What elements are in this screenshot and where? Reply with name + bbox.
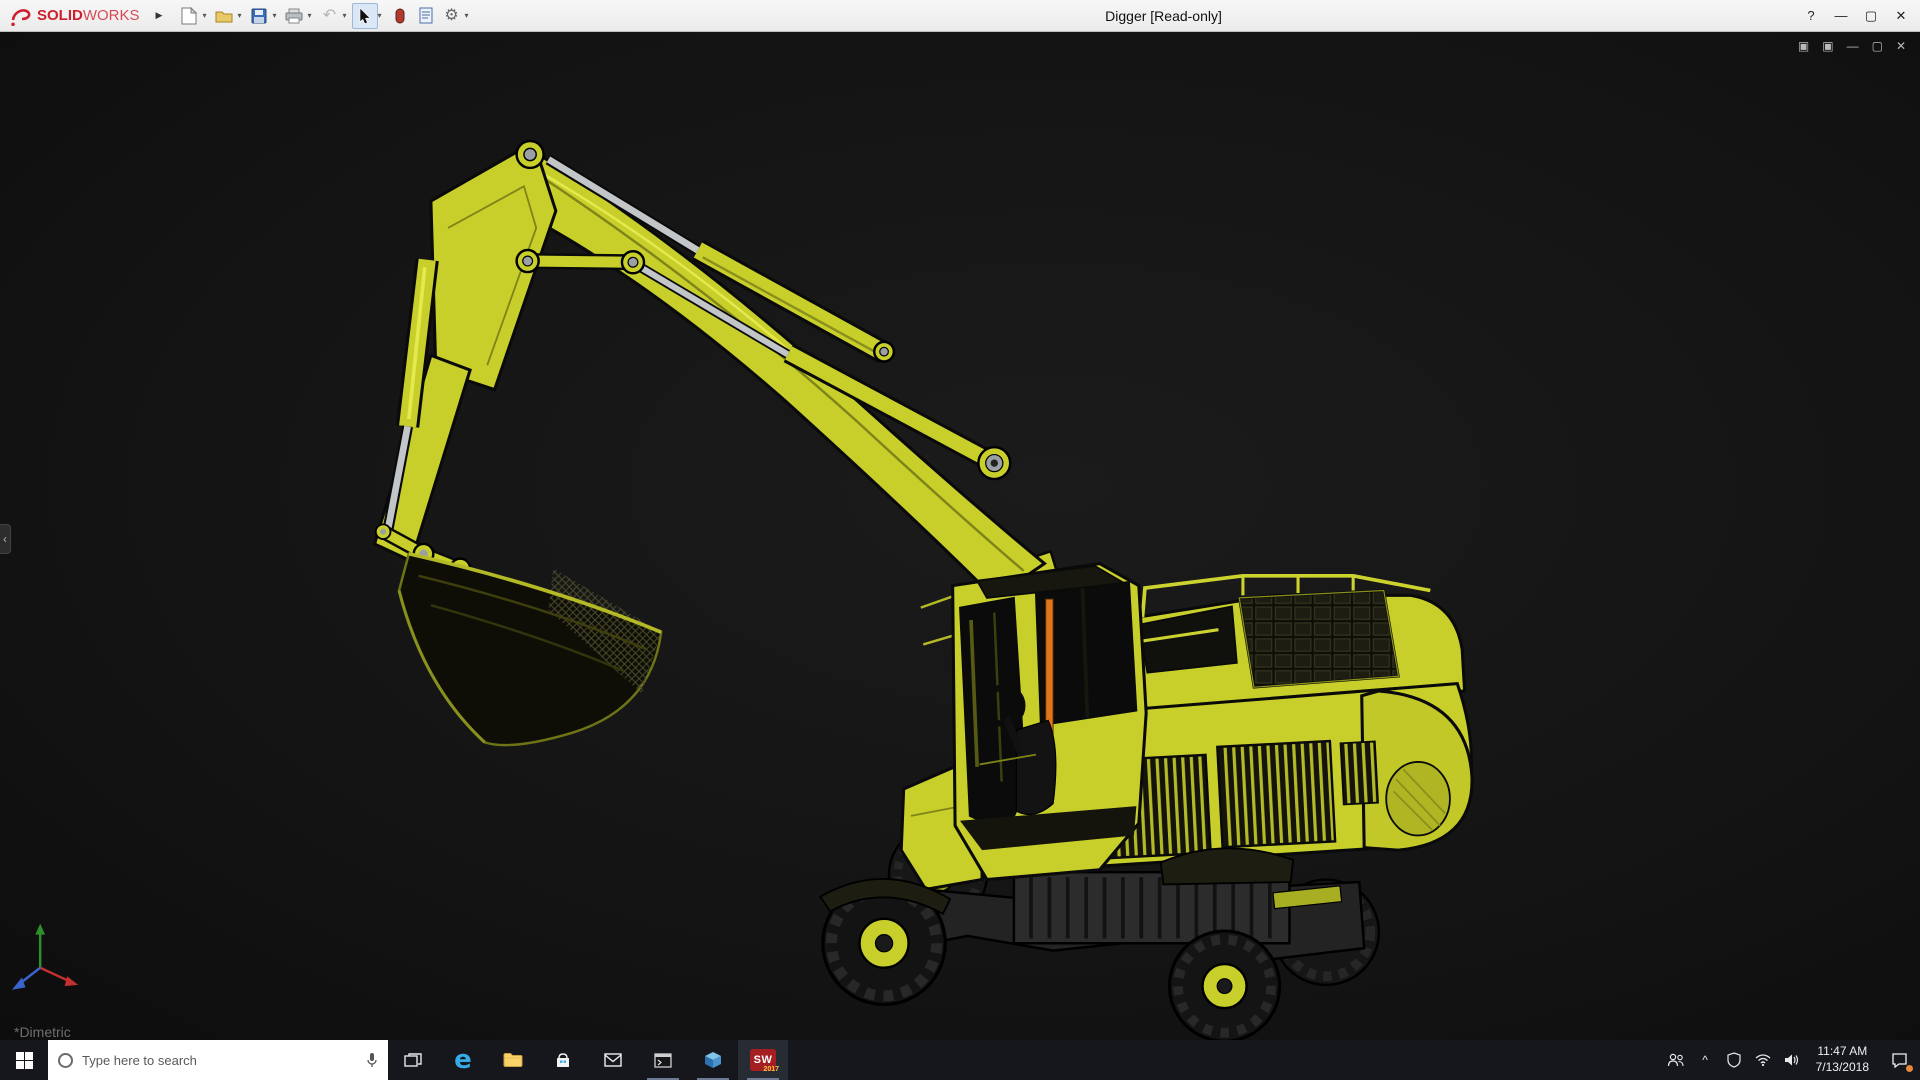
excavator-model[interactable]: [0, 32, 1920, 1040]
file-explorer-button[interactable]: [488, 1040, 538, 1080]
feature-manager-collapsed-tab[interactable]: ‹: [0, 524, 11, 554]
security-shield-button[interactable]: [1720, 1040, 1749, 1080]
window-icon-1[interactable]: ▣: [1798, 40, 1809, 52]
open-dropdown[interactable]: ▾: [237, 11, 241, 20]
brand-text: SOLIDWORKS: [37, 7, 140, 24]
mail-button[interactable]: [588, 1040, 638, 1080]
edge-icon: e: [454, 1047, 472, 1073]
task-view-button[interactable]: [388, 1040, 438, 1080]
options-dropdown[interactable]: ▾: [465, 11, 469, 20]
window-icon-2[interactable]: ▣: [1822, 40, 1833, 52]
file-properties-button[interactable]: [413, 3, 439, 29]
new-dropdown[interactable]: ▾: [202, 11, 206, 20]
options-button[interactable]: ⚙: [439, 3, 465, 29]
windows-taskbar: e: [0, 1040, 1920, 1080]
select-dropdown[interactable]: ▾: [378, 11, 382, 20]
store-button[interactable]: [538, 1040, 588, 1080]
document-window-controls: ▣ ▣ — ▢ ✕: [1798, 40, 1906, 52]
microphone-icon[interactable]: [366, 1052, 378, 1068]
undo-dropdown[interactable]: ▾: [343, 11, 347, 20]
help-button[interactable]: ?: [1796, 0, 1826, 31]
cortana-icon: [58, 1053, 73, 1068]
clock-date: 7/13/2018: [1816, 1060, 1869, 1076]
task-view-icon: [404, 1052, 422, 1068]
taskbar-clock[interactable]: 11:47 AM 7/13/2018: [1807, 1040, 1878, 1080]
undo-button[interactable]: ↶: [317, 3, 343, 29]
cab: [953, 564, 1147, 880]
print-dropdown[interactable]: ▾: [307, 11, 311, 20]
wifi-icon: [1755, 1054, 1771, 1067]
solidworks-window: SOLIDWORKS ▶ ▾ ▾ ▾: [0, 0, 1920, 1080]
file-properties-icon: [419, 7, 433, 24]
search-input[interactable]: [82, 1053, 357, 1068]
system-tray: ^ 11:47 AM 7/13/2018: [1662, 1040, 1920, 1080]
main-toolbar: ▾ ▾ ▾ ▾ ↶: [176, 3, 473, 29]
hidden-icons-button[interactable]: ^: [1691, 1040, 1720, 1080]
action-center-icon: [1891, 1052, 1908, 1068]
link-bar: [528, 261, 633, 262]
rebuild-icon: [395, 8, 405, 24]
console-icon: [654, 1053, 672, 1068]
file-explorer-icon: [503, 1052, 523, 1068]
solidworks-taskbar-button[interactable]: SW 2017: [738, 1040, 788, 1080]
undo-icon: ↶: [323, 8, 336, 24]
doc-close-button[interactable]: ✕: [1896, 40, 1906, 52]
taskbar-search[interactable]: [48, 1040, 388, 1080]
doc-minimize-button[interactable]: —: [1847, 40, 1859, 52]
clock-time: 11:47 AM: [1817, 1044, 1867, 1060]
open-folder-icon: [215, 9, 233, 23]
select-tool-button[interactable]: [352, 3, 378, 29]
network-button[interactable]: [1749, 1040, 1778, 1080]
start-button[interactable]: [0, 1040, 48, 1080]
save-button[interactable]: [246, 3, 272, 29]
orientation-triad: [12, 924, 78, 990]
edge-button[interactable]: e: [438, 1040, 488, 1080]
new-document-button[interactable]: [176, 3, 202, 29]
graphics-viewport[interactable]: ▣ ▣ — ▢ ✕ ‹ *Dimetric: [0, 32, 1920, 1040]
solidworks-menu[interactable]: SOLIDWORKS: [0, 0, 148, 31]
save-dropdown[interactable]: ▾: [272, 11, 276, 20]
view-orientation-label: *Dimetric: [14, 1024, 71, 1040]
minimize-button[interactable]: —: [1826, 0, 1856, 31]
volume-button[interactable]: [1778, 1040, 1807, 1080]
options-gear-icon: ⚙: [444, 8, 458, 24]
volume-icon: [1784, 1053, 1800, 1067]
print-button[interactable]: [281, 3, 307, 29]
window-controls: ? — ▢ ✕: [1796, 0, 1916, 31]
windows-logo-icon: [16, 1052, 33, 1069]
solidworks-logo-icon: [10, 6, 32, 26]
people-icon: [1667, 1053, 1685, 1067]
people-button[interactable]: [1662, 1040, 1691, 1080]
boom: [508, 152, 1044, 598]
select-cursor-icon: [358, 7, 372, 24]
maximize-button[interactable]: ▢: [1856, 0, 1886, 31]
store-icon: [555, 1052, 571, 1069]
stick-arm: [375, 142, 556, 561]
edrawings-button[interactable]: [688, 1040, 738, 1080]
titlebar: SOLIDWORKS ▶ ▾ ▾ ▾: [0, 0, 1920, 32]
rear-near-wheel: [1169, 931, 1279, 1040]
open-button[interactable]: [211, 3, 237, 29]
toolbar-flyout-arrow[interactable]: ▶: [156, 10, 163, 21]
doc-restore-button[interactable]: ▢: [1872, 40, 1883, 52]
close-button[interactable]: ✕: [1886, 0, 1916, 31]
shield-icon: [1727, 1052, 1741, 1068]
notification-badge: [1906, 1065, 1913, 1072]
document-title: Digger [Read-only]: [1105, 8, 1222, 24]
mail-icon: [604, 1053, 622, 1067]
action-center-button[interactable]: [1878, 1040, 1920, 1080]
new-document-icon: [181, 7, 197, 25]
print-icon: [285, 8, 303, 24]
rebuild-button[interactable]: [387, 3, 413, 29]
bucket: [399, 554, 661, 745]
save-icon: [251, 8, 267, 24]
console-button[interactable]: [638, 1040, 688, 1080]
solidworks-app-icon: SW 2017: [750, 1049, 776, 1071]
cube-icon: [704, 1051, 722, 1069]
